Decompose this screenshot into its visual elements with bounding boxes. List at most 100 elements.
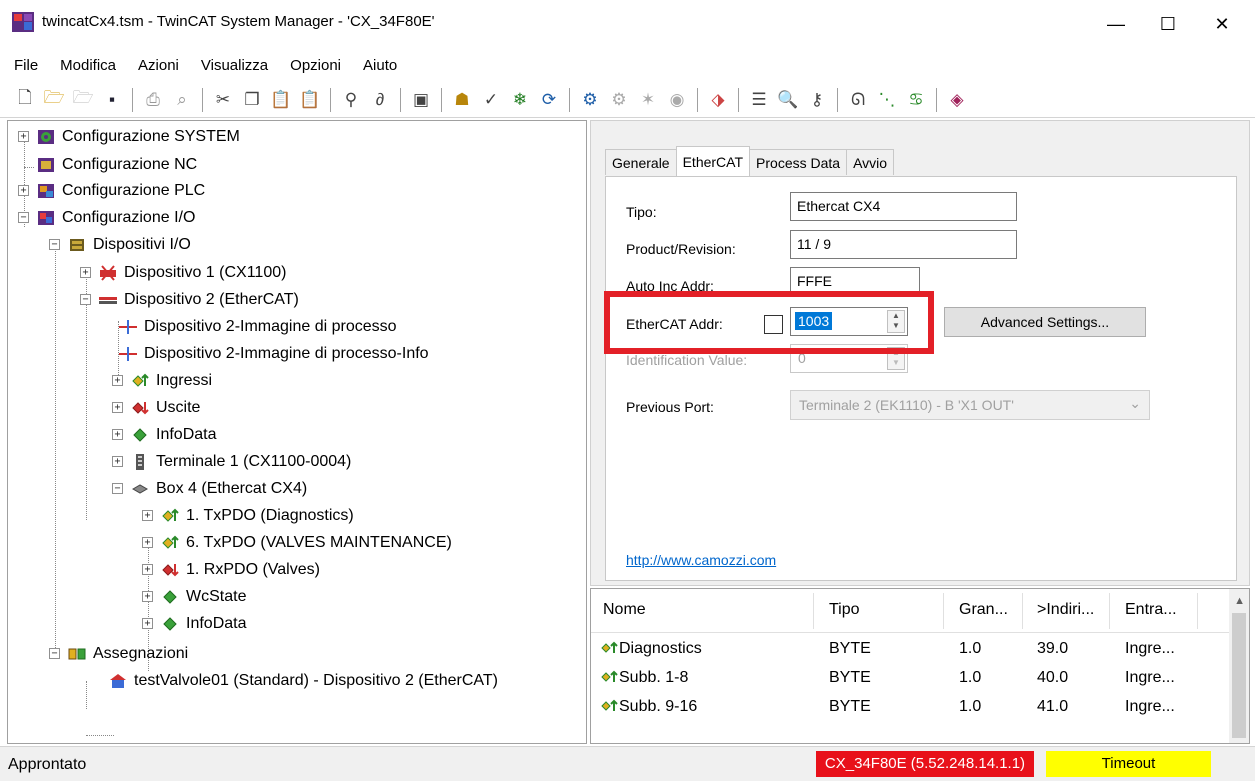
activate-configuration-icon[interactable]: ❄ bbox=[507, 87, 533, 113]
tree-item-rxpdo-valves[interactable]: + 1. RxPDO (Valves) bbox=[142, 556, 320, 583]
show-online-data-icon[interactable]: ☰ bbox=[746, 87, 772, 113]
cut-icon[interactable]: ✂ bbox=[210, 87, 236, 113]
generate-mappings-icon[interactable]: ☗ bbox=[449, 87, 475, 113]
collapse-icon[interactable]: − bbox=[80, 294, 91, 305]
column-separator[interactable] bbox=[1197, 593, 1198, 629]
paste-icon[interactable]: 📋 bbox=[268, 87, 294, 113]
menu-opzioni[interactable]: Opzioni bbox=[278, 57, 351, 74]
save-icon[interactable]: ▪ bbox=[99, 87, 125, 113]
copy-icon[interactable]: ❐ bbox=[239, 87, 265, 113]
column-entrata[interactable]: Entra... bbox=[1125, 601, 1177, 619]
tree-item-txpdo-diagnostics[interactable]: + 1. TxPDO (Diagnostics) bbox=[142, 502, 354, 529]
tree-item-nc[interactable]: Configurazione NC bbox=[36, 151, 197, 178]
tree-item-mapping[interactable]: testValvole01 (Standard) - Dispositivo 2… bbox=[108, 667, 498, 694]
scroll-thumb[interactable] bbox=[1232, 613, 1246, 738]
advanced-settings-button[interactable]: Advanced Settings... bbox=[944, 307, 1146, 337]
column-tipo[interactable]: Tipo bbox=[829, 601, 860, 619]
scroll-up-icon[interactable]: ▲ bbox=[1234, 595, 1245, 607]
check-configuration-icon[interactable]: ✓ bbox=[478, 87, 504, 113]
collapse-icon[interactable]: − bbox=[49, 648, 60, 659]
tree-item-assegnazioni[interactable]: − Assegnazioni bbox=[49, 640, 188, 667]
tree-item-io[interactable]: − Configurazione I/O bbox=[18, 204, 195, 231]
toggle-free-run-icon[interactable]: ⬗ bbox=[705, 87, 731, 113]
expand-icon[interactable]: + bbox=[142, 510, 153, 521]
product-revision-field[interactable]: 11 / 9 bbox=[790, 230, 1017, 259]
column-separator[interactable] bbox=[1022, 593, 1023, 629]
tree-item-box-infodata[interactable]: + InfoData bbox=[142, 610, 246, 637]
reload-devices-icon[interactable]: ✶ bbox=[635, 87, 661, 113]
find-icon[interactable]: ⚲ bbox=[338, 87, 364, 113]
expand-icon[interactable]: + bbox=[112, 375, 123, 386]
choose-target-icon[interactable]: ⚷ bbox=[804, 87, 830, 113]
tree-item-box-4[interactable]: − Box 4 (Ethercat CX4) bbox=[112, 475, 307, 502]
menu-file[interactable]: File bbox=[0, 57, 48, 74]
column-indirizzo[interactable]: >Indiri... bbox=[1037, 601, 1094, 619]
tab-process-data[interactable]: Process Data bbox=[749, 149, 848, 175]
tree-item-process-image[interactable]: Dispositivo 2-Immagine di processo bbox=[118, 313, 397, 340]
watch-icon[interactable]: ᘏ bbox=[845, 87, 871, 113]
online-sub-items-icon[interactable]: ♋ bbox=[903, 87, 929, 113]
collapse-icon[interactable]: − bbox=[18, 212, 29, 223]
minimize-button[interactable]: — bbox=[1098, 8, 1134, 40]
tree-item-system[interactable]: + Configurazione SYSTEM bbox=[18, 123, 240, 150]
show-sub-items-icon[interactable]: ⋱ bbox=[874, 87, 900, 113]
find-next-icon[interactable]: ∂ bbox=[367, 87, 393, 113]
target-system-status[interactable]: CX_34F80E (5.52.248.14.1.1) bbox=[816, 751, 1034, 777]
expand-icon[interactable]: + bbox=[18, 131, 29, 142]
tree-item-txpdo-valves-maintenance[interactable]: + 6. TxPDO (VALVES MAINTENANCE) bbox=[142, 529, 452, 556]
tree-item-wcstate[interactable]: + WcState bbox=[142, 583, 246, 610]
tree-item-device-2[interactable]: − Dispositivo 2 (EtherCAT) bbox=[80, 286, 299, 313]
expand-icon[interactable]: + bbox=[142, 591, 153, 602]
print-icon[interactable]: ⎙ bbox=[140, 87, 166, 113]
column-gran[interactable]: Gran... bbox=[959, 601, 1008, 619]
collapse-icon[interactable]: − bbox=[112, 483, 123, 494]
tree-item-device-1[interactable]: + Dispositivo 1 (CX1100) bbox=[80, 259, 286, 286]
expand-icon[interactable]: + bbox=[142, 618, 153, 629]
column-separator[interactable] bbox=[1109, 593, 1110, 629]
column-nome[interactable]: Nome bbox=[603, 601, 646, 619]
monitor-icon[interactable]: ▣ bbox=[408, 87, 434, 113]
table-row[interactable]: Subb. 1-8 BYTE 1.0 40.0 Ingre... bbox=[591, 665, 1231, 694]
expand-icon[interactable]: + bbox=[142, 537, 153, 548]
paste-with-links-icon[interactable]: 📋 bbox=[297, 87, 323, 113]
menu-aiuto[interactable]: Aiuto bbox=[351, 57, 407, 74]
camozzi-link[interactable]: http://www.camozzi.com bbox=[626, 552, 776, 568]
maximize-button[interactable]: ☐ bbox=[1150, 8, 1186, 40]
open-disabled-icon[interactable]: 🗁 bbox=[70, 87, 96, 113]
menu-visualizza[interactable]: Visualizza bbox=[189, 57, 278, 74]
table-row[interactable]: Diagnostics BYTE 1.0 39.0 Ingre... bbox=[591, 636, 1231, 665]
tab-avvio[interactable]: Avvio bbox=[846, 149, 895, 175]
scan-devices-icon[interactable]: ◉ bbox=[664, 87, 690, 113]
tree-item-io-devices[interactable]: − Dispositivi I/O bbox=[49, 231, 191, 258]
tree-item-uscite[interactable]: + Uscite bbox=[112, 394, 200, 421]
tree-item-process-image-info[interactable]: Dispositivo 2-Immagine di processo-Info bbox=[118, 340, 429, 367]
set-config-mode-icon[interactable]: ⚙ bbox=[606, 87, 632, 113]
expand-icon[interactable]: + bbox=[112, 402, 123, 413]
expand-icon[interactable]: + bbox=[112, 429, 123, 440]
vertical-scrollbar[interactable]: ▲ bbox=[1229, 589, 1249, 743]
tipo-field[interactable]: Ethercat CX4 bbox=[790, 192, 1017, 221]
set-run-mode-icon[interactable]: ⚙ bbox=[577, 87, 603, 113]
print-preview-icon[interactable]: ⌕ bbox=[169, 87, 195, 113]
tab-generale[interactable]: Generale bbox=[605, 149, 677, 175]
expand-icon[interactable]: + bbox=[142, 564, 153, 575]
collapse-icon[interactable]: − bbox=[49, 239, 60, 250]
column-separator[interactable] bbox=[943, 593, 944, 629]
column-separator[interactable] bbox=[813, 593, 814, 629]
tab-ethercat[interactable]: EtherCAT bbox=[675, 146, 751, 176]
zoom-icon[interactable]: 🔍 bbox=[775, 87, 801, 113]
tree-item-plc[interactable]: + Configurazione PLC bbox=[18, 177, 205, 204]
close-button[interactable]: ✕ bbox=[1204, 8, 1240, 40]
expand-icon[interactable]: + bbox=[112, 456, 123, 467]
tree-item-terminale-1[interactable]: + Terminale 1 (CX1100-0004) bbox=[112, 448, 351, 475]
variables-table[interactable]: Nome Tipo Gran... >Indiri... Entra... Di… bbox=[590, 588, 1250, 744]
restart-system-icon[interactable]: ⟳ bbox=[536, 87, 562, 113]
expand-icon[interactable]: + bbox=[18, 185, 29, 196]
new-icon[interactable]: 🗋 bbox=[12, 87, 38, 113]
expand-icon[interactable]: + bbox=[80, 267, 91, 278]
open-icon[interactable]: 🗁 bbox=[41, 87, 67, 113]
menu-azioni[interactable]: Azioni bbox=[126, 57, 189, 74]
menu-modifica[interactable]: Modifica bbox=[48, 57, 126, 74]
table-row[interactable]: Subb. 9-16 BYTE 1.0 41.0 Ingre... bbox=[591, 694, 1231, 723]
tree-item-infodata[interactable]: + InfoData bbox=[112, 421, 216, 448]
